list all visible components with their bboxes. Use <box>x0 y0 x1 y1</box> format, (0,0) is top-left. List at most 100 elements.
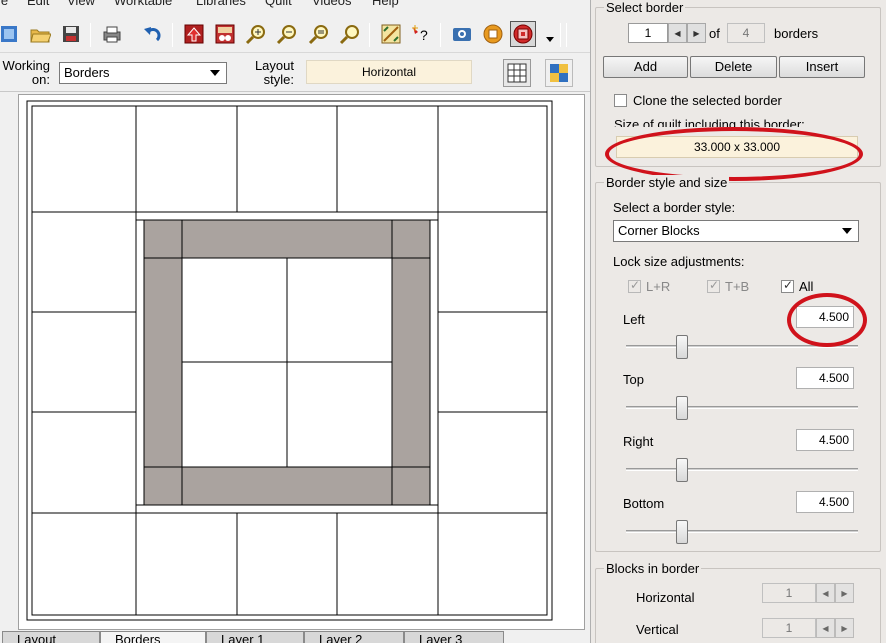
tab-layout[interactable]: Layout <box>2 631 100 643</box>
top-size-label: Top <box>623 372 644 387</box>
working-on-label: Working on: <box>2 58 50 87</box>
undo-icon[interactable] <box>139 21 165 47</box>
lock-lr-label: L+R <box>646 279 671 294</box>
arrow-left-icon[interactable]: ◀ <box>668 23 687 43</box>
borders-panel: Select border 1 ◀ ▶ of 4 borders Add Del… <box>590 0 886 643</box>
lock-tb-label: T+B <box>725 279 750 294</box>
left-size-field[interactable]: 4.500 <box>796 306 854 328</box>
border-style-value: Corner Blocks <box>618 223 700 238</box>
view-sketchbook-icon[interactable] <box>212 21 238 47</box>
zoom-out-icon[interactable] <box>274 21 300 47</box>
top-slider-track[interactable] <box>626 406 858 409</box>
left-slider-thumb[interactable] <box>675 335 688 359</box>
border-number-field[interactable]: 1 <box>628 23 668 43</box>
select-style-label: Select a border style: <box>613 200 736 215</box>
quilt-size-value: 33.000 x 33.000 <box>616 136 858 158</box>
target-icon[interactable] <box>510 21 536 47</box>
center-blocks <box>181 257 393 468</box>
lock-all-label: All <box>799 279 814 294</box>
clone-border-checkbox[interactable] <box>614 94 627 107</box>
lock-all-checkbox[interactable]: ✓ <box>781 278 794 293</box>
right-slider-track[interactable] <box>626 468 858 471</box>
add-to-sketchbook-icon[interactable] <box>181 21 207 47</box>
menu-view[interactable]: View <box>67 0 95 8</box>
refresh-icon[interactable] <box>337 21 363 47</box>
camera-icon[interactable] <box>449 21 475 47</box>
tab-borders[interactable]: Borders <box>100 631 206 643</box>
menu-worktable[interactable]: Worktable <box>114 0 172 8</box>
bottom-size-label: Bottom <box>623 496 665 511</box>
vertical-label: Vertical <box>636 622 679 637</box>
border-style-group: Border style and size Select a border st… <box>595 175 881 552</box>
color-layout-icon[interactable] <box>545 59 573 87</box>
quilt-drawing[interactable] <box>19 95 586 631</box>
quilt-size-label: Size of quilt including this border: <box>614 117 805 127</box>
open-icon[interactable] <box>27 21 53 47</box>
horizontal-blocks-stepper: ◀ ▶ <box>816 583 854 603</box>
toolbar: ? <box>0 17 590 53</box>
menu-libraries[interactable]: Libraries <box>196 0 246 8</box>
blocks-in-border-group: Blocks in border Horizontal 1 ◀ ▶ Vertic… <box>595 561 881 643</box>
fit-to-worktable-icon[interactable] <box>306 21 332 47</box>
tab-layer-3[interactable]: Layer 3 <box>404 631 504 643</box>
zoom-in-icon[interactable] <box>243 21 269 47</box>
insert-border-button[interactable]: Insert <box>779 56 865 78</box>
tab-layer-1[interactable]: Layer 1 <box>206 631 304 643</box>
help-icon[interactable]: ? <box>408 21 434 47</box>
grid-layout-icon[interactable] <box>503 59 531 87</box>
print-icon[interactable] <box>99 21 125 47</box>
svg-text:?: ? <box>420 27 428 43</box>
blocks-in-border-title: Blocks in border <box>604 561 702 576</box>
of-label: of <box>709 26 720 41</box>
left-size-label: Left <box>623 312 645 327</box>
right-size-field[interactable]: 4.500 <box>796 429 854 451</box>
borders-label: borders <box>774 26 819 41</box>
border-style-select[interactable]: Corner Blocks <box>613 220 859 242</box>
arrow-right-icon: ▶ <box>835 618 854 638</box>
main-window-area: le Edit View Worktable Libraries Quilt V… <box>0 0 590 643</box>
lock-lr-checkbox: ✓ <box>628 278 641 293</box>
toolbar-dropdown-icon[interactable] <box>546 37 554 42</box>
select-border-title: Select border <box>604 0 686 15</box>
layout-style-value: Horizontal <box>306 60 472 84</box>
menu-quilt[interactable]: Quilt <box>265 0 292 8</box>
working-on-select[interactable]: Borders <box>59 62 227 84</box>
menu-help[interactable]: Help <box>372 0 399 8</box>
horizontal-blocks-field: 1 <box>762 583 816 603</box>
left-slider-track[interactable] <box>626 345 858 348</box>
arrow-right-icon: ▶ <box>835 583 854 603</box>
border-style-title: Border style and size <box>604 175 730 190</box>
menu-file[interactable]: le <box>0 0 8 8</box>
lock-size-label: Lock size adjustments: <box>613 254 745 269</box>
top-size-field[interactable]: 4.500 <box>796 367 854 389</box>
border-total-field: 4 <box>727 23 765 43</box>
arrow-left-icon: ◀ <box>816 618 835 638</box>
vertical-blocks-stepper: ◀ ▶ <box>816 618 854 638</box>
tab-layer-2[interactable]: Layer 2 <box>304 631 404 643</box>
menu-edit[interactable]: Edit <box>27 0 49 8</box>
new-icon[interactable] <box>0 21 22 47</box>
right-size-label: Right <box>623 434 654 449</box>
color-palette-icon[interactable] <box>378 21 404 47</box>
chevron-down-icon <box>210 70 220 76</box>
quilt-worktable[interactable] <box>18 94 585 630</box>
bottom-slider-thumb[interactable] <box>675 520 688 544</box>
arrow-right-icon[interactable]: ▶ <box>687 23 706 43</box>
delete-border-button[interactable]: Delete <box>690 56 777 78</box>
working-on-value: Borders <box>64 65 110 80</box>
clone-border-label: Clone the selected border <box>633 93 782 108</box>
horizontal-label: Horizontal <box>636 590 695 605</box>
right-slider-thumb[interactable] <box>675 458 688 482</box>
save-icon[interactable] <box>58 21 84 47</box>
menu-videos[interactable]: Videos <box>312 0 352 8</box>
bottom-size-field[interactable]: 4.500 <box>796 491 854 513</box>
top-slider-thumb[interactable] <box>675 396 688 420</box>
border-number-stepper[interactable]: ◀ ▶ <box>668 23 706 43</box>
bottom-slider-track[interactable] <box>626 530 858 533</box>
select-border-group: Select border 1 ◀ ▶ of 4 borders Add Del… <box>595 0 881 167</box>
draw-icon[interactable] <box>480 21 506 47</box>
add-border-button[interactable]: Add <box>603 56 688 78</box>
worktable-tabs: Layout Borders Layer 1 Layer 2 Layer 3 <box>0 631 590 643</box>
worktable-bar: Working on: Borders Layout style: Horizo… <box>0 54 590 92</box>
chevron-down-icon <box>842 228 852 234</box>
